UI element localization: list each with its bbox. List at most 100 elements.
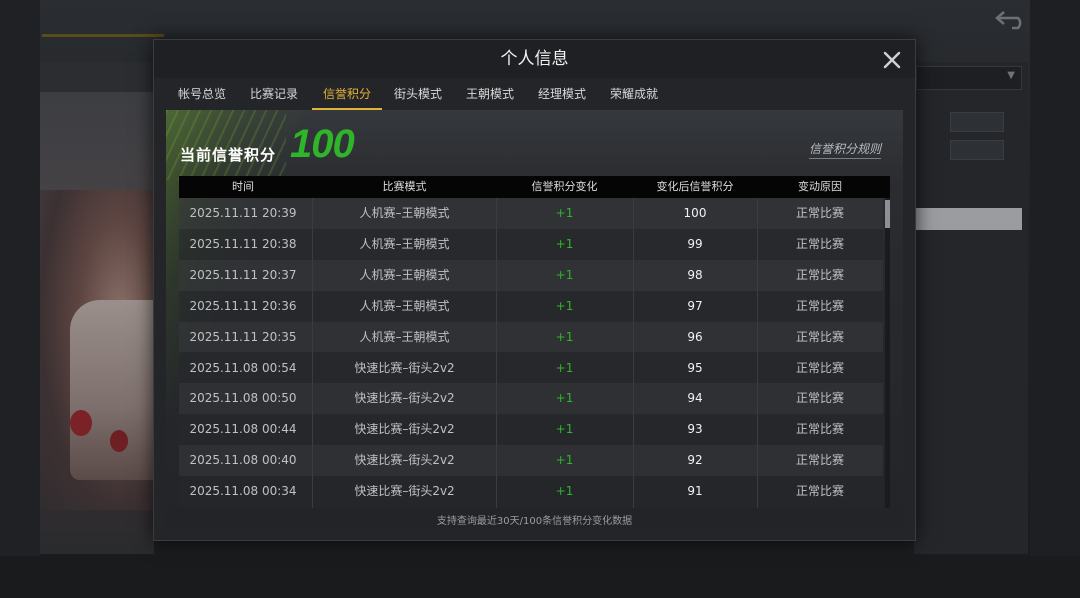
cell-delta: +1 [555, 453, 574, 468]
current-score-label: 当前信誉积分 [180, 146, 277, 164]
cell-mode: 人机赛–王朝模式 [359, 267, 450, 282]
cell-time: 2025.11.08 00:50 [189, 391, 297, 406]
cell-delta: +1 [555, 391, 574, 406]
credit-score-rules-link[interactable]: 信誉积分规则 [809, 140, 882, 159]
cell-time: 2025.11.08 00:40 [189, 453, 297, 468]
cell-mode: 快速比赛–街头2v2 [354, 391, 455, 406]
cell-reason: 正常比赛 [795, 236, 844, 251]
cell-reason: 正常比赛 [795, 329, 844, 344]
table-body[interactable]: 2025.11.11 20:39 人机赛–王朝模式 +1 100 正常比赛 2025.11… [179, 198, 890, 508]
background-right-panel [914, 62, 1028, 554]
cell-new-score: 93 [687, 422, 703, 437]
personal-info-modal: 个人信息 帐号总览 比赛记录 信誉积分 街头模式 王朝模式 经理模式 荣耀成就 … [153, 39, 916, 541]
cell-delta: +1 [555, 329, 574, 344]
cell-delta: +1 [555, 298, 574, 313]
cell-delta: +1 [555, 422, 574, 437]
cell-reason: 正常比赛 [795, 391, 844, 406]
cell-reason: 正常比赛 [795, 267, 844, 282]
cell-time: 2025.11.11 20:36 [189, 298, 297, 313]
cell-new-score: 94 [687, 391, 703, 406]
cell-new-score: 96 [687, 329, 703, 344]
table-row: 2025.11.11 20:35 人机赛–王朝模式 +1 96 正常比赛 [179, 321, 883, 353]
chevron-down-icon: ▼ [1007, 70, 1015, 81]
scrollbar-thumb[interactable] [885, 200, 890, 228]
cell-reason: 正常比赛 [795, 484, 844, 499]
cell-mode: 人机赛–王朝模式 [359, 329, 450, 344]
cell-mode: 快速比赛–街头2v2 [354, 360, 455, 375]
column-divider [496, 198, 497, 508]
modal-header: 个人信息 [154, 40, 915, 79]
background-jersey [70, 300, 154, 480]
cell-new-score: 91 [687, 484, 703, 499]
tab-account-overview[interactable]: 帐号总览 [176, 78, 228, 110]
tab-honor-achievements[interactable]: 荣耀成就 [608, 78, 660, 110]
background-red-mark [110, 430, 128, 452]
table-row: 2025.11.08 00:50 快速比赛–街头2v2 +1 94 正常比赛 [179, 383, 883, 415]
close-button[interactable] [880, 48, 904, 72]
credit-history-table: 时间 比赛模式 信誉积分变化 变化后信誉积分 变动原因 2025.11.11 2… [179, 176, 890, 508]
cell-new-score: 95 [687, 360, 703, 375]
column-divider [633, 198, 634, 508]
tab-match-records[interactable]: 比赛记录 [248, 78, 300, 110]
cell-new-score: 100 [683, 206, 707, 220]
background-left-tabline [40, 62, 154, 92]
background-mini-button [950, 140, 1004, 160]
column-header-mode: 比赛模式 [382, 180, 427, 193]
cell-time: 2025.11.08 00:54 [189, 360, 297, 375]
background-nav-underline [42, 34, 164, 37]
table-row: 2025.11.11 20:38 人机赛–王朝模式 +1 99 正常比赛 [179, 228, 883, 260]
tab-street-mode[interactable]: 街头模式 [392, 78, 444, 110]
cell-time: 2025.11.08 00:44 [189, 422, 297, 437]
cell-delta: +1 [555, 236, 574, 251]
cell-new-score: 99 [687, 236, 703, 251]
cell-new-score: 97 [687, 298, 703, 313]
cell-delta: +1 [555, 484, 574, 499]
background-top-nav [0, 0, 1080, 42]
background-red-mark [70, 410, 92, 436]
background-bottom-bar [0, 556, 1080, 598]
table-header: 时间 比赛模式 信誉积分变化 变化后信誉积分 变动原因 [179, 176, 890, 198]
column-divider [757, 198, 758, 508]
background-highlight-row [914, 208, 1022, 230]
table-row: 2025.11.11 20:39 人机赛–王朝模式 +1 100 正常比赛 [179, 198, 883, 229]
column-header-time: 时间 [232, 180, 254, 193]
cell-mode: 快速比赛–街头2v2 [354, 484, 455, 499]
table-row: 2025.11.11 20:36 人机赛–王朝模式 +1 97 正常比赛 [179, 290, 883, 322]
column-header-delta: 信誉积分变化 [531, 180, 598, 193]
column-divider [312, 198, 313, 508]
column-header-new-score: 变化后信誉积分 [656, 180, 734, 193]
tab-credit-score[interactable]: 信誉积分 [312, 78, 382, 110]
table-row: 2025.11.11 20:37 人机赛–王朝模式 +1 98 正常比赛 [179, 259, 883, 291]
table-row: 2025.11.08 00:34 快速比赛–街头2v2 +1 91 正常比赛 [179, 476, 883, 507]
table-row: 2025.11.08 00:40 快速比赛–街头2v2 +1 92 正常比赛 [179, 445, 883, 477]
background-mini-button [950, 112, 1004, 132]
background-frame-right [1030, 0, 1080, 598]
cell-new-score: 92 [687, 453, 703, 468]
cell-time: 2025.11.11 20:35 [189, 329, 297, 344]
cell-delta: +1 [555, 206, 574, 220]
cell-mode: 人机赛–王朝模式 [359, 236, 450, 251]
cell-reason: 正常比赛 [795, 422, 844, 437]
cell-reason: 正常比赛 [795, 298, 844, 313]
back-arrow-icon [994, 8, 1030, 32]
cell-time: 2025.11.11 20:39 [189, 206, 297, 220]
tab-manager-mode[interactable]: 经理模式 [536, 78, 588, 110]
credit-score-panel: 当前信誉积分 100 信誉积分规则 时间 比赛模式 信誉积分变化 变化后信誉积分… [166, 110, 903, 530]
cell-mode: 人机赛–王朝模式 [359, 206, 450, 220]
cell-reason: 正常比赛 [795, 360, 844, 375]
cell-time: 2025.11.08 00:34 [189, 484, 297, 499]
cell-delta: +1 [555, 360, 574, 375]
column-header-reason: 变动原因 [798, 180, 842, 193]
table-scrollbar[interactable] [885, 198, 890, 508]
background-frame-left [0, 0, 40, 598]
cell-new-score: 98 [687, 267, 703, 282]
table-row: 2025.11.08 00:54 快速比赛–街头2v2 +1 95 正常比赛 [179, 352, 883, 384]
cell-reason: 正常比赛 [795, 206, 844, 220]
cell-mode: 人机赛–王朝模式 [359, 298, 450, 313]
cell-reason: 正常比赛 [795, 453, 844, 468]
tab-dynasty-mode[interactable]: 王朝模式 [464, 78, 516, 110]
close-icon [883, 51, 901, 69]
cell-mode: 快速比赛–街头2v2 [354, 453, 455, 468]
modal-title: 个人信息 [500, 49, 569, 69]
background-select: ▼ [916, 66, 1022, 90]
